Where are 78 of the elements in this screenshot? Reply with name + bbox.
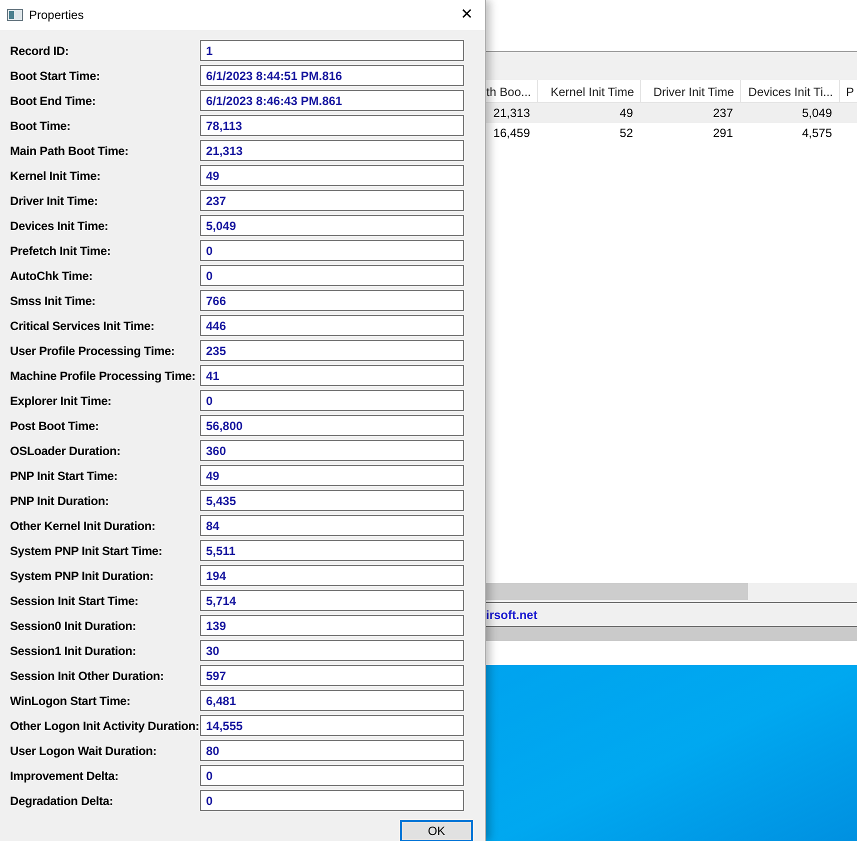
field-label: PNP Init Start Time:: [9, 468, 119, 484]
field-label: Devices Init Time:: [9, 218, 110, 234]
value-field[interactable]: 235: [200, 340, 464, 361]
value-field[interactable]: 0: [200, 765, 464, 786]
value-field[interactable]: 21,313: [200, 140, 464, 161]
value-field[interactable]: 0: [200, 390, 464, 411]
ok-button[interactable]: OK: [400, 820, 473, 841]
value-field[interactable]: 49: [200, 465, 464, 486]
close-button[interactable]: ✕: [452, 0, 482, 30]
table-cell-text: 21,313: [493, 105, 530, 122]
field-label: Record ID:: [9, 42, 70, 60]
field-label: AutoChk Time:: [9, 268, 94, 284]
field-label: Session Init Other Duration:: [9, 668, 165, 684]
table-cell-text: 4,575: [802, 125, 832, 142]
field-label: Boot Time:: [9, 118, 72, 134]
horizontal-scrollbar[interactable]: [486, 583, 857, 602]
field-label: Boot Start Time:: [9, 68, 101, 84]
field-label: System PNP Init Start Time:: [9, 542, 164, 560]
table-cell-text: 52: [620, 125, 633, 142]
field-label: Main Path Boot Time:: [9, 142, 130, 160]
value-field[interactable]: 237: [200, 190, 464, 211]
table-cell-text: 5,049: [802, 105, 832, 122]
status-link[interactable]: irsoft.net: [486, 606, 538, 624]
field-label: Kernel Init Time:: [9, 168, 102, 184]
value-field[interactable]: 0: [200, 265, 464, 286]
field-label: Session1 Init Duration:: [9, 642, 138, 660]
value-field[interactable]: 30: [200, 640, 464, 661]
value-field[interactable]: 84: [200, 515, 464, 536]
field-label: Session0 Init Duration:: [9, 618, 138, 634]
field-label: PNP Init Duration:: [9, 492, 110, 510]
value-field[interactable]: 6,481: [200, 690, 464, 711]
field-label: User Logon Wait Duration:: [9, 742, 158, 760]
value-field[interactable]: 5,714: [200, 590, 464, 611]
table-cell-text: 237: [712, 105, 733, 122]
field-label: OSLoader Duration:: [9, 442, 122, 460]
value-field[interactable]: 80: [200, 740, 464, 761]
field-label: Critical Services Init Time:: [9, 318, 156, 334]
value-field[interactable]: 766: [200, 290, 464, 311]
field-label: Other Kernel Init Duration:: [9, 518, 156, 534]
window-icon: [7, 9, 23, 21]
field-label: Prefetch Init Time:: [9, 242, 112, 260]
field-label: Smss Init Time:: [9, 292, 96, 310]
value-field[interactable]: 5,049: [200, 215, 464, 236]
field-label: Machine Profile Processing Time:: [9, 368, 196, 384]
field-label: Explorer Init Time:: [9, 392, 112, 410]
field-label: User Profile Processing Time:: [9, 342, 176, 360]
value-field[interactable]: 1: [200, 40, 464, 61]
table-row[interactable]: 21,313 49 237 5,049: [486, 103, 857, 123]
field-label: Post Boot Time:: [9, 418, 100, 434]
value-field[interactable]: 446: [200, 315, 464, 336]
value-field[interactable]: 0: [200, 790, 464, 811]
field-label: Degradation Delta:: [9, 792, 114, 810]
value-field[interactable]: 49: [200, 165, 464, 186]
value-field[interactable]: 597: [200, 665, 464, 686]
value-field[interactable]: 56,800: [200, 415, 464, 436]
value-field[interactable]: 139: [200, 615, 464, 636]
table-cell-text: 16,459: [493, 125, 530, 142]
value-field[interactable]: 6/1/2023 8:44:51 PM.816: [200, 65, 464, 86]
field-label: System PNP Init Duration:: [9, 568, 154, 584]
scrollbar-thumb[interactable]: [486, 583, 748, 600]
value-field[interactable]: 41: [200, 365, 464, 386]
value-field[interactable]: 5,435: [200, 490, 464, 511]
value-field[interactable]: 0: [200, 240, 464, 261]
value-field[interactable]: 194: [200, 565, 464, 586]
field-label: WinLogon Start Time:: [9, 692, 132, 710]
table-cell-text: 291: [712, 125, 733, 142]
field-label: Driver Init Time:: [9, 192, 99, 210]
window-title: Properties: [29, 7, 84, 24]
field-label: Other Logon Init Activity Duration:: [9, 718, 200, 734]
field-label: Improvement Delta:: [9, 768, 120, 784]
value-field[interactable]: 6/1/2023 8:46:43 PM.861: [200, 90, 464, 111]
value-field[interactable]: 14,555: [200, 715, 464, 736]
field-label: Boot End Time:: [9, 92, 97, 110]
field-label: Session Init Start Time:: [9, 592, 140, 610]
value-field[interactable]: 360: [200, 440, 464, 461]
table-cell-text: 49: [620, 105, 633, 122]
value-field[interactable]: 5,511: [200, 540, 464, 561]
value-field[interactable]: 78,113: [200, 115, 464, 136]
